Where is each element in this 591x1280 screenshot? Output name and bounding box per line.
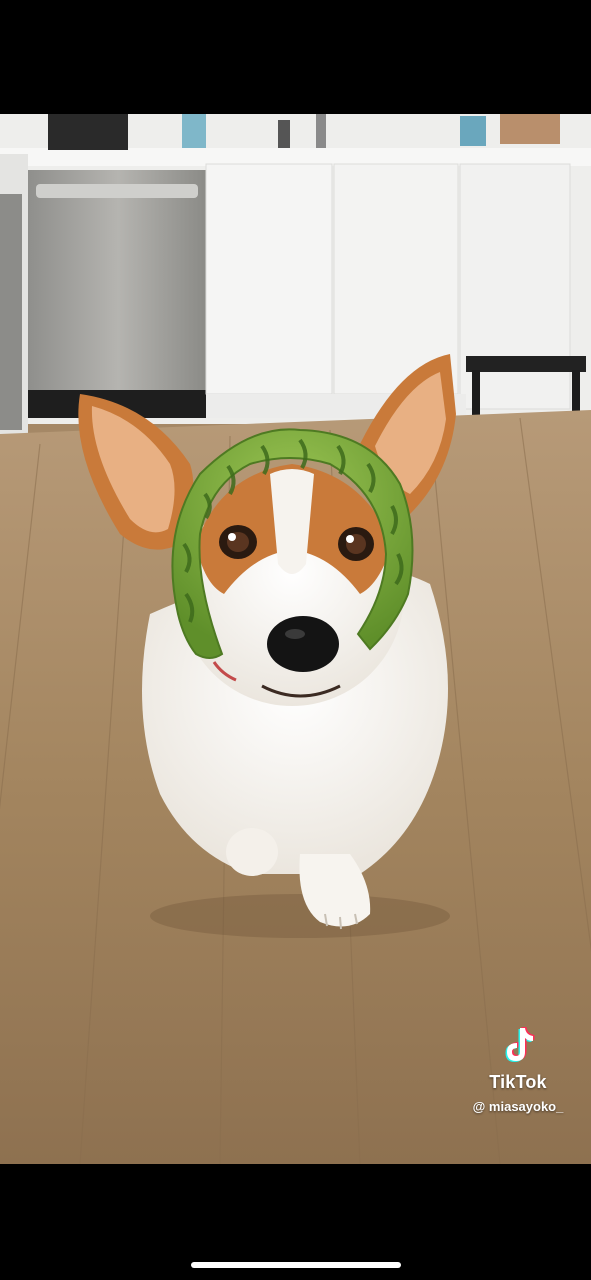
corgi-watermelon-hat-photo bbox=[0, 114, 591, 1164]
tiktok-brand-label: TikTok bbox=[489, 1072, 547, 1092]
tiktok-note-icon bbox=[505, 1027, 535, 1062]
home-indicator[interactable] bbox=[191, 1262, 401, 1268]
creator-username: @ miasayoko_ bbox=[472, 1099, 564, 1114]
tiktok-watermark: TikTok @ miasayoko_ bbox=[453, 1024, 583, 1114]
tiktok-video-screen: TikTok @ miasayoko_ bbox=[0, 0, 591, 1280]
top-letterbox bbox=[0, 0, 591, 114]
video-frame[interactable]: TikTok @ miasayoko_ bbox=[0, 114, 591, 1164]
